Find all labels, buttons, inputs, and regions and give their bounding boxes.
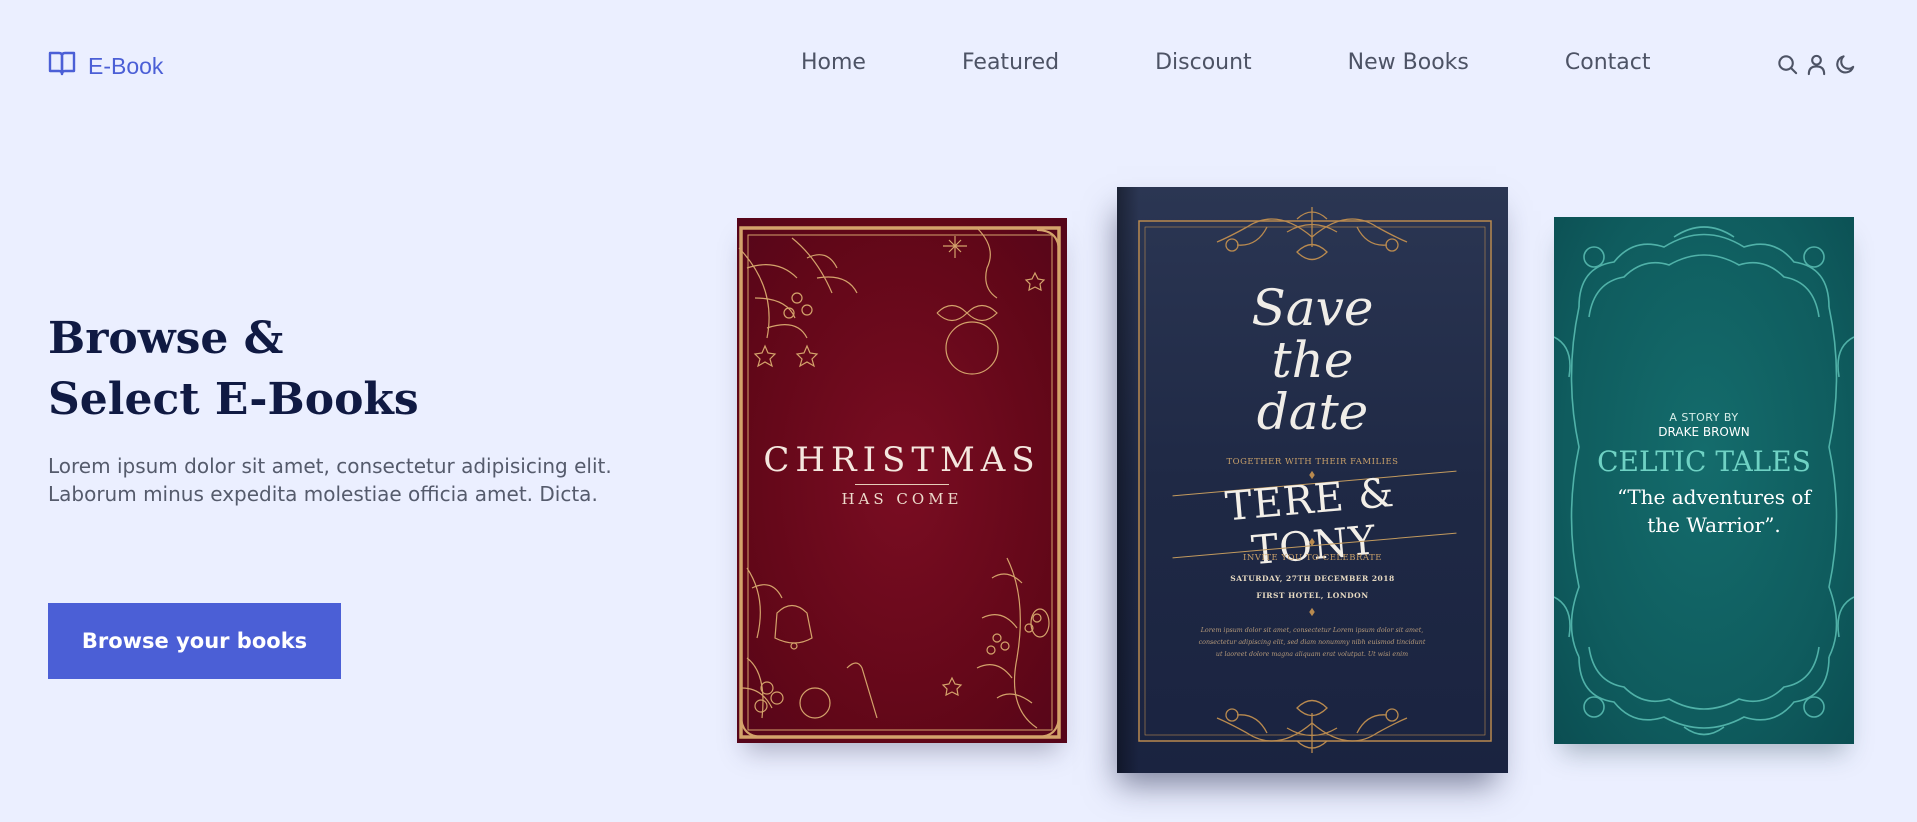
nav-contact[interactable]: Contact — [1565, 50, 1651, 75]
tagline-line: “The adventures of — [1617, 485, 1811, 509]
hero-title: Browse & Select E-Books — [48, 308, 419, 430]
scroll-frame-illustration — [1554, 226, 1854, 736]
hero-description-line: Laborum minus expedita molestiae officia… — [48, 482, 598, 506]
nav-new-books[interactable]: New Books — [1348, 50, 1469, 75]
book-subtitle: HAS COME — [841, 490, 963, 508]
hero-description: Lorem ipsum dolor sit amet, consectetur … — [48, 452, 708, 508]
landing-page: E-Book Home Featured Discount New Books … — [0, 0, 1917, 822]
book-title: CHRISTMAS — [763, 440, 1041, 480]
book-cover-save-the-date[interactable]: Save the date TOGETHER WITH THEIR FAMILI… — [1117, 187, 1508, 773]
book-title: CELTIC TALES — [1597, 445, 1811, 478]
christmas-ornament-illustration — [738, 226, 1061, 739]
script-line: date — [1256, 383, 1369, 441]
main-nav: Home Featured Discount New Books Contact — [801, 50, 1650, 75]
search-icon[interactable] — [1776, 53, 1799, 76]
book-tagline: “The adventures of the Warrior”. — [1594, 483, 1834, 539]
nav-discount[interactable]: Discount — [1155, 50, 1252, 75]
story-by-label: A STORY BY — [1669, 411, 1739, 424]
book-open-icon — [48, 50, 76, 82]
book-cover-christmas[interactable]: CHRISTMAS HAS COME — [737, 218, 1067, 743]
logo-link[interactable]: E-Book — [48, 50, 163, 82]
script-heading: Save the date — [1117, 282, 1508, 438]
logo-text: E-Book — [88, 52, 164, 79]
tagline-line: the Warrior”. — [1647, 513, 1781, 537]
nav-featured[interactable]: Featured — [962, 50, 1059, 75]
body-text: Lorem ipsum dolor sit amet, consectetur … — [1198, 627, 1426, 658]
hero-description-line: Lorem ipsum dolor sit amet, consectetur … — [48, 454, 612, 478]
invite-text: INVITE YOU TO CELEBRATE — [1243, 553, 1382, 563]
nav-home[interactable]: Home — [801, 50, 866, 75]
event-venue: FIRST HOTEL, LONDON — [1256, 591, 1369, 600]
hero-title-line: Select E-Books — [48, 374, 419, 425]
divider — [855, 484, 949, 485]
browse-books-button[interactable]: Browse your books — [48, 603, 341, 679]
book-cover-celtic-tales[interactable]: A STORY BY DRAKE BROWN CELTIC TALES “The… — [1554, 217, 1854, 744]
author-name: DRAKE BROWN — [1658, 425, 1750, 439]
user-icon[interactable] — [1805, 53, 1828, 76]
header-actions — [1776, 53, 1857, 76]
script-line: Save — [1251, 279, 1374, 337]
moon-icon[interactable] — [1834, 53, 1857, 76]
hero-title-line: Browse & — [48, 313, 284, 364]
event-date: SATURDAY, 27TH DECEMBER 2018 — [1230, 574, 1395, 583]
script-line: the — [1271, 331, 1354, 389]
